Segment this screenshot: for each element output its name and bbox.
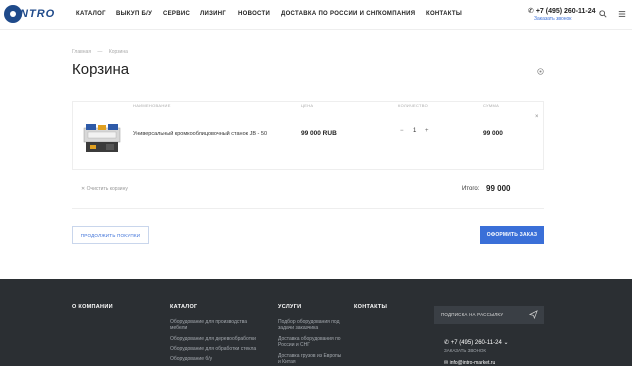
clear-cart-link[interactable]: ✕ Очистить корзину bbox=[81, 186, 128, 192]
breadcrumb-separator: — bbox=[97, 49, 103, 55]
footer-about-title[interactable]: О КОМПАНИИ bbox=[72, 304, 113, 310]
breadcrumb: Главная — Корзина bbox=[72, 49, 128, 55]
continue-shopping-button[interactable]: ПРОДОЛЖИТЬ ПОКУПКИ bbox=[72, 226, 149, 244]
footer-phone-number: +7 (495) 260-11-24 bbox=[450, 340, 502, 346]
total-label: Итого: bbox=[462, 186, 480, 192]
footer-services-title[interactable]: УСЛУГИ bbox=[278, 304, 301, 310]
footer-service-link[interactable]: Доставка оборудования по России и СНГ bbox=[278, 336, 344, 348]
footer-phone[interactable]: ✆ +7 (495) 260-11-24 ⌄ bbox=[444, 339, 509, 346]
col-header-name: НАИМЕНОВАНИЕ bbox=[133, 103, 171, 108]
nav-delivery[interactable]: ДОСТАВКА ПО РОССИИ И СНГ bbox=[281, 11, 379, 17]
nav-news[interactable]: НОВОСТИ bbox=[238, 11, 270, 17]
site-logo[interactable]: INTRO bbox=[4, 5, 60, 23]
total-value: 99 000 bbox=[486, 184, 511, 193]
place-order-button[interactable]: ОФОРМИТЬ ЗАКАЗ bbox=[480, 226, 544, 244]
qty-value[interactable]: 1 bbox=[413, 128, 416, 134]
footer-catalog-link[interactable]: Оборудование для обработки стекла bbox=[170, 346, 256, 352]
qty-increase-button[interactable]: + bbox=[425, 128, 429, 134]
product-image[interactable] bbox=[82, 122, 122, 154]
footer-service-link[interactable]: Доставка грузов из Европы и Китая bbox=[278, 353, 344, 365]
remove-item-button[interactable]: × bbox=[535, 114, 539, 120]
footer-callback-link[interactable]: ЗАКАЗАТЬ ЗВОНОК bbox=[444, 348, 486, 353]
footer-catalog-link[interactable]: Оборудование для производства мебели bbox=[170, 319, 265, 331]
send-icon bbox=[529, 310, 538, 319]
col-header-price: ЦЕНА bbox=[301, 103, 314, 108]
subscribe-button[interactable]: ПОДПИСКА НА РАССЫЛКУ bbox=[434, 306, 544, 324]
col-header-qty: КОЛИЧЕСТВО bbox=[398, 103, 429, 108]
search-icon[interactable] bbox=[599, 10, 607, 18]
footer-contacts-title[interactable]: КОНТАКТЫ bbox=[354, 304, 387, 310]
nav-catalog[interactable]: КАТАЛОГ bbox=[76, 11, 106, 17]
breadcrumb-current: Корзина bbox=[108, 49, 128, 55]
footer-catalog-title[interactable]: КАТАЛОГ bbox=[170, 304, 197, 310]
product-sum: 99 000 bbox=[483, 130, 503, 137]
qty-decrease-button[interactable]: − bbox=[400, 128, 404, 134]
footer-catalog-link[interactable]: Оборудование для деревообработки bbox=[170, 336, 256, 342]
footer-email[interactable]: ✉ info@intro-market.ru bbox=[444, 360, 495, 366]
header-callback-link[interactable]: Заказать звонок bbox=[534, 16, 571, 22]
logo-text: INTRO bbox=[16, 8, 56, 20]
nav-company[interactable]: КОМПАНИЯ bbox=[378, 11, 415, 17]
quantity-stepper: − 1 + bbox=[396, 126, 432, 138]
share-icon[interactable] bbox=[537, 68, 544, 75]
header-phone-number: +7 (495) 260-11-24 bbox=[535, 8, 596, 15]
nav-service[interactable]: СЕРВИС bbox=[163, 11, 190, 17]
footer-catalog-link[interactable]: Оборудование б/у bbox=[170, 356, 212, 362]
header-phone[interactable]: ✆ +7 (495) 260-11-24 bbox=[528, 7, 596, 15]
menu-icon[interactable] bbox=[618, 10, 626, 18]
col-header-sum: СУММА bbox=[483, 103, 500, 108]
nav-leasing[interactable]: ЛИЗИНГ bbox=[200, 11, 226, 17]
footer-email-text: info@intro-market.ru bbox=[449, 360, 496, 366]
clear-cart-label: Очистить корзину bbox=[86, 186, 128, 192]
breadcrumb-home[interactable]: Главная bbox=[72, 49, 91, 55]
page-title: Корзина bbox=[72, 61, 130, 78]
footer-service-link[interactable]: Подбор оборудования под задачи заказчика bbox=[278, 319, 344, 331]
divider bbox=[72, 208, 544, 209]
product-name[interactable]: Универсальный кромкооблицовочный станок … bbox=[133, 131, 267, 137]
nav-contacts[interactable]: КОНТАКТЫ bbox=[426, 11, 462, 17]
nav-buyback[interactable]: ВЫКУП Б/У bbox=[116, 11, 152, 17]
product-price: 99 000 RUB bbox=[301, 130, 337, 137]
